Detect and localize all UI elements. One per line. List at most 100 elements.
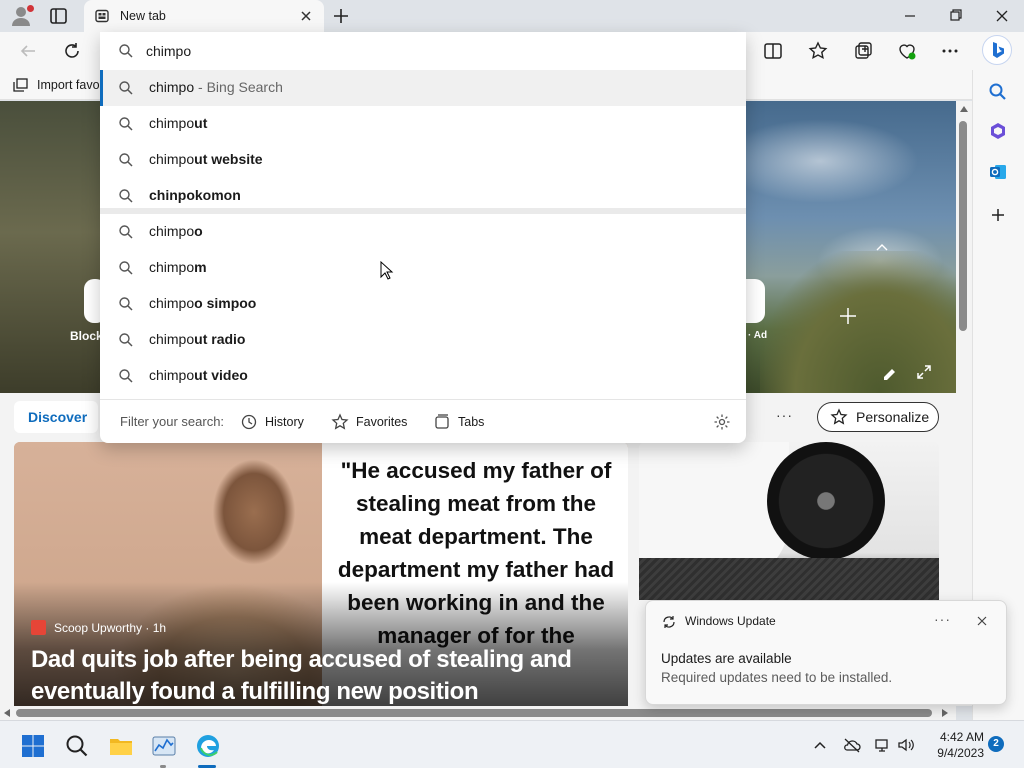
new-tab-page-icon (95, 9, 109, 23)
search-icon (119, 117, 133, 131)
new-tab-button[interactable] (330, 6, 352, 26)
search-filter-bar: Filter your search: History Favorites Ta… (100, 399, 746, 443)
split-screen-icon[interactable] (762, 40, 784, 62)
back-icon[interactable] (17, 40, 39, 62)
suggestion-item[interactable]: chimpout radio (100, 322, 746, 358)
notification-count-badge[interactable]: 2 (988, 736, 1004, 752)
favorites-star-icon (331, 413, 349, 430)
import-favorites-button[interactable]: Import favo (12, 76, 100, 94)
suggestion-text: chimpom (149, 259, 207, 275)
feed-more-button[interactable]: ··· (776, 407, 793, 423)
volume-icon[interactable] (897, 737, 915, 753)
gear-icon[interactable] (713, 413, 731, 431)
tab-title: New tab (120, 9, 166, 23)
sync-icon (663, 616, 675, 628)
system-clock[interactable]: 4:42 AM 9/4/2023 (924, 729, 984, 761)
suggestion-item[interactable]: chimpoo simpoo (100, 286, 746, 322)
favorites-star-icon[interactable] (807, 40, 829, 62)
outlook-icon[interactable] (988, 162, 1008, 182)
scroll-right-arrow-icon[interactable] (942, 709, 948, 717)
filter-tabs-button[interactable]: Tabs (433, 412, 484, 432)
file-explorer-icon[interactable] (108, 733, 134, 759)
suggestion-item[interactable]: chimpoo (100, 214, 746, 250)
suggestion-item[interactable]: chimpom (100, 250, 746, 286)
suggestion-text: chimpoo simpoo (149, 295, 257, 311)
search-icon[interactable] (988, 82, 1008, 102)
collections-icon[interactable] (852, 40, 874, 62)
scroll-up-arrow-icon[interactable] (960, 106, 968, 112)
bing-chat-button[interactable] (982, 35, 1012, 65)
toast-more-button[interactable]: ··· (934, 611, 951, 627)
suggestion-item[interactable]: chinpokomon (100, 178, 746, 214)
suggestion-item[interactable]: chimpout website (100, 142, 746, 178)
edit-background-icon[interactable] (882, 365, 898, 381)
restore-icon (950, 9, 962, 21)
suggestion-item[interactable]: chimpout (100, 106, 746, 142)
search-icon (119, 44, 133, 58)
close-icon[interactable] (298, 8, 314, 24)
windows-start-icon[interactable] (20, 733, 46, 759)
search-icon[interactable] (64, 733, 90, 759)
chevron-up-icon[interactable] (811, 737, 829, 753)
profile-button[interactable] (10, 5, 34, 27)
filter-tabs-label: Tabs (458, 415, 485, 429)
personalize-label: Personalize (856, 409, 930, 425)
suggestion-text: chimpoo (149, 223, 203, 239)
import-icon (13, 77, 28, 92)
scrollbar-thumb[interactable] (16, 709, 932, 717)
task-manager-icon[interactable] (151, 733, 177, 759)
publisher-logo-icon (31, 620, 46, 635)
refresh-icon[interactable] (61, 40, 83, 62)
profile-status-dot (27, 5, 34, 12)
news-card[interactable] (639, 442, 939, 600)
bing-icon (993, 42, 1004, 58)
filter-favorites-label: Favorites (356, 415, 408, 429)
background-rock (0, 101, 110, 393)
news-headline[interactable]: Dad quits job after being accused of ste… (31, 644, 611, 706)
office-icon[interactable] (988, 121, 1008, 141)
search-icon (119, 81, 133, 95)
quick-link-ad-label: · Ad (748, 330, 768, 341)
tab-discover[interactable]: Discover (14, 401, 98, 433)
cloud-offline-icon[interactable] (843, 737, 861, 753)
suggestion-item[interactable]: chimpo - Bing Search (100, 70, 746, 106)
news-card[interactable]: "He accused my father of stealing meat f… (14, 442, 628, 706)
filter-favorites-button[interactable]: Favorites (331, 412, 407, 432)
selection-indicator (100, 70, 103, 106)
add-sidebar-app-icon[interactable] (988, 205, 1008, 225)
news-source-label: Scoop Upworthy · 1h (54, 620, 167, 635)
search-icon (119, 225, 133, 239)
history-icon (241, 414, 257, 430)
tab-actions-button[interactable] (48, 6, 70, 26)
add-quick-link-icon[interactable] (838, 306, 858, 326)
restore-button[interactable] (942, 6, 970, 26)
personalize-button[interactable]: Personalize (817, 402, 939, 432)
ground-image (639, 558, 939, 600)
settings-more-icon[interactable] (939, 40, 961, 62)
chevron-up-icon[interactable] (874, 241, 890, 253)
horizontal-scrollbar[interactable] (0, 706, 956, 720)
clock-date: 9/4/2023 (937, 746, 984, 760)
search-icon (119, 153, 133, 167)
suggestion-text: chimpout video (149, 367, 248, 383)
scroll-left-arrow-icon[interactable] (4, 709, 10, 717)
close-icon[interactable] (975, 614, 989, 628)
tab-new-tab[interactable]: New tab (84, 0, 324, 32)
minimize-icon (905, 15, 915, 17)
edge-browser-icon[interactable] (195, 733, 221, 759)
network-icon[interactable] (874, 737, 892, 753)
expand-icon[interactable] (916, 364, 932, 380)
suggestion-item[interactable]: chimpout video (100, 358, 746, 394)
toast-app-name: Windows Update (685, 614, 776, 628)
address-bar[interactable] (100, 32, 746, 70)
minimize-button[interactable] (896, 6, 924, 26)
close-window-button[interactable] (988, 6, 1016, 26)
filter-history-button[interactable]: History (240, 412, 304, 432)
search-icon (119, 189, 133, 203)
plus-icon (334, 9, 348, 23)
browser-essentials-icon[interactable] (896, 40, 918, 62)
scrollbar-thumb[interactable] (959, 121, 967, 331)
windows-update-toast[interactable]: Windows Update ··· Updates are available… (645, 600, 1007, 705)
address-input[interactable] (146, 40, 706, 62)
clock-time: 4:42 AM (939, 730, 984, 744)
